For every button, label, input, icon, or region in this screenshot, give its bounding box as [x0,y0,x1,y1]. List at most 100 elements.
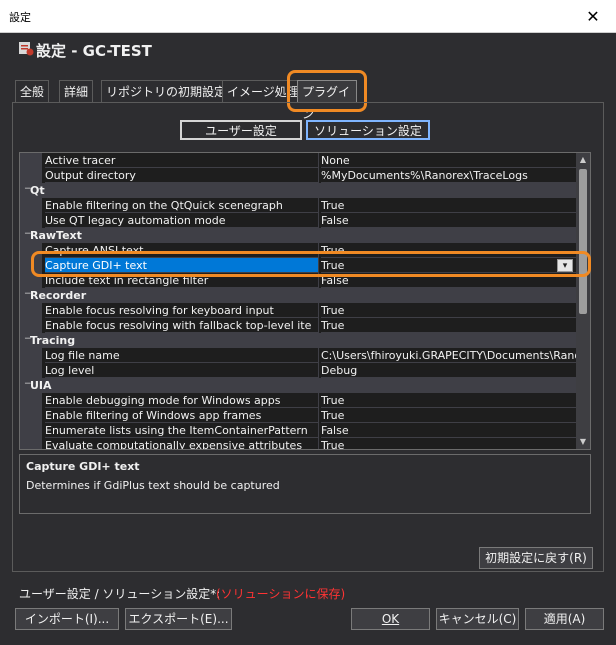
property-row[interactable]: Evaluate computationally expensive attri… [20,438,577,449]
category-row[interactable]: − Tracing [20,333,577,348]
property-name[interactable]: Include text in rectangle filter [45,273,318,288]
property-value[interactable]: True [321,438,577,449]
property-name[interactable]: Enable debugging mode for Windows apps [45,393,318,408]
property-value[interactable]: False [321,273,577,288]
property-row[interactable]: Use QT legacy automation mode False [20,213,577,228]
property-name[interactable]: Output directory [45,168,318,183]
property-value[interactable]: True [321,408,577,423]
property-row[interactable]: Active tracer None [20,153,577,168]
row-margin [20,303,42,318]
tab-general[interactable]: 全般 [15,80,50,102]
scroll-up-icon[interactable]: ▲ [576,153,590,167]
property-row[interactable]: Enumerate lists using the ItemContainerP… [20,423,577,438]
row-margin [20,393,42,408]
property-name[interactable]: Evaluate computationally expensive attri… [45,438,318,449]
apply-button[interactable]: 適用(A) [525,608,604,630]
ok-button[interactable]: OK [351,608,430,630]
property-value[interactable]: True [321,393,577,408]
description-title: Capture GDI+ text [26,460,140,473]
property-value[interactable]: False [321,213,577,228]
category-row[interactable]: − Qt [20,183,577,198]
scrollbar-thumb[interactable] [579,169,587,314]
window-title: 設定 [9,11,31,24]
property-value[interactable]: None [321,153,577,168]
property-row[interactable]: Log file name C:\Users\fhiroyuki.GRAPECIT… [20,348,577,363]
chevron-down-icon[interactable]: ▾ [557,259,573,272]
row-margin [20,153,42,168]
property-value[interactable]: True [321,198,577,213]
description-panel: Capture GDI+ text Determines if GdiPlus … [19,454,591,514]
tab-repository-defaults[interactable]: リポジトリの初期設定 [101,80,232,102]
property-value[interactable]: False [321,423,577,438]
property-name[interactable]: Enable focus resolving for keyboard inpu… [45,303,318,318]
row-margin [20,258,42,273]
category-label: Tracing [30,334,76,347]
property-value[interactable]: True [321,303,577,318]
property-value[interactable]: Debug [321,363,577,378]
property-name[interactable]: Use QT legacy automation mode [45,213,318,228]
property-name[interactable]: Log file name [45,348,318,363]
row-margin [20,423,42,438]
property-value[interactable]: C:\Users\fhiroyuki.GRAPECITY\Documents\R… [321,348,577,363]
property-value[interactable]: True [321,258,577,273]
description-text: Determines if GdiPlus text should be cap… [26,479,280,492]
property-name[interactable]: Log level [45,363,318,378]
row-margin [20,348,42,363]
property-row[interactable]: Log level Debug [20,363,577,378]
tab-image-processing[interactable]: イメージ処理 [222,80,304,102]
tab-plugins[interactable]: プラグイン [297,80,357,121]
property-name[interactable]: Capture ANSI text [45,243,318,258]
property-row[interactable]: Enable focus resolving for keyboard inpu… [20,303,577,318]
property-row[interactable]: Enable focus resolving with fallback top… [20,318,577,333]
page-title: 設定 - GC-TEST [36,42,152,60]
tab-details[interactable]: 詳細 [59,80,94,102]
property-name[interactable]: Capture GDI+ text [45,258,318,273]
row-margin [20,273,42,288]
property-name[interactable]: Active tracer [45,153,318,168]
property-grid[interactable]: Active tracer None Output directory %MyDocu… [19,152,591,450]
user-settings-button[interactable]: ユーザー設定 [180,120,302,140]
category-row[interactable]: − UIA [20,378,577,393]
property-name[interactable]: Enable filtering of Windows app frames [45,408,318,423]
settings-app-icon [19,42,34,56]
category-row[interactable]: − Recorder [20,288,577,303]
category-label: Recorder [30,289,87,302]
property-row[interactable]: Capture GDI+ text True ▾ [20,258,577,273]
row-margin [20,213,42,228]
property-row[interactable]: Capture ANSI text True [20,243,577,258]
row-margin [20,408,42,423]
settings-scope-value: (ソリューションに保存) [216,587,346,601]
vertical-scrollbar[interactable]: ▲ ▼ [576,153,590,449]
cancel-button[interactable]: キャンセル(C) [436,608,519,630]
row-margin [20,168,42,183]
category-label: UIA [30,379,52,392]
reset-defaults-button[interactable]: 初期設定に戻す(R) [479,547,593,569]
import-button[interactable]: インポート(I)... [15,608,119,630]
property-name[interactable]: Enable focus resolving with fallback top… [45,318,318,333]
property-name[interactable]: Enumerate lists using the ItemContainerP… [45,423,318,438]
title-bar: 設定 ✕ [0,0,616,33]
property-value[interactable]: True [321,243,577,258]
export-button[interactable]: エクスポート(E)... [125,608,232,630]
row-margin [20,243,42,258]
solution-settings-button[interactable]: ソリューション設定 [306,120,430,140]
scroll-down-icon[interactable]: ▼ [576,435,590,449]
property-value[interactable]: True [321,318,577,333]
category-label: RawText [30,229,82,242]
row-margin [20,318,42,333]
close-icon: ✕ [586,6,600,26]
row-margin [20,438,42,449]
property-name[interactable]: Enable filtering on the QtQuick scenegra… [45,198,318,213]
property-row[interactable]: Enable debugging mode for Windows apps Tr… [20,393,577,408]
settings-scope-label: ユーザー設定 / ソリューション設定*: [19,587,221,601]
row-margin [20,198,42,213]
category-row[interactable]: − RawText [20,228,577,243]
property-row[interactable]: Output directory %MyDocuments%\Ranorex\Tr… [20,168,577,183]
property-row[interactable]: Include text in rectangle filter False [20,273,577,288]
category-label: Qt [30,184,45,197]
property-row[interactable]: Enable filtering on the QtQuick scenegra… [20,198,577,213]
row-margin [20,363,42,378]
close-button[interactable]: ✕ [570,0,616,32]
property-value[interactable]: %MyDocuments%\Ranorex\TraceLogs [321,168,577,183]
property-row[interactable]: Enable filtering of Windows app frames Tr… [20,408,577,423]
